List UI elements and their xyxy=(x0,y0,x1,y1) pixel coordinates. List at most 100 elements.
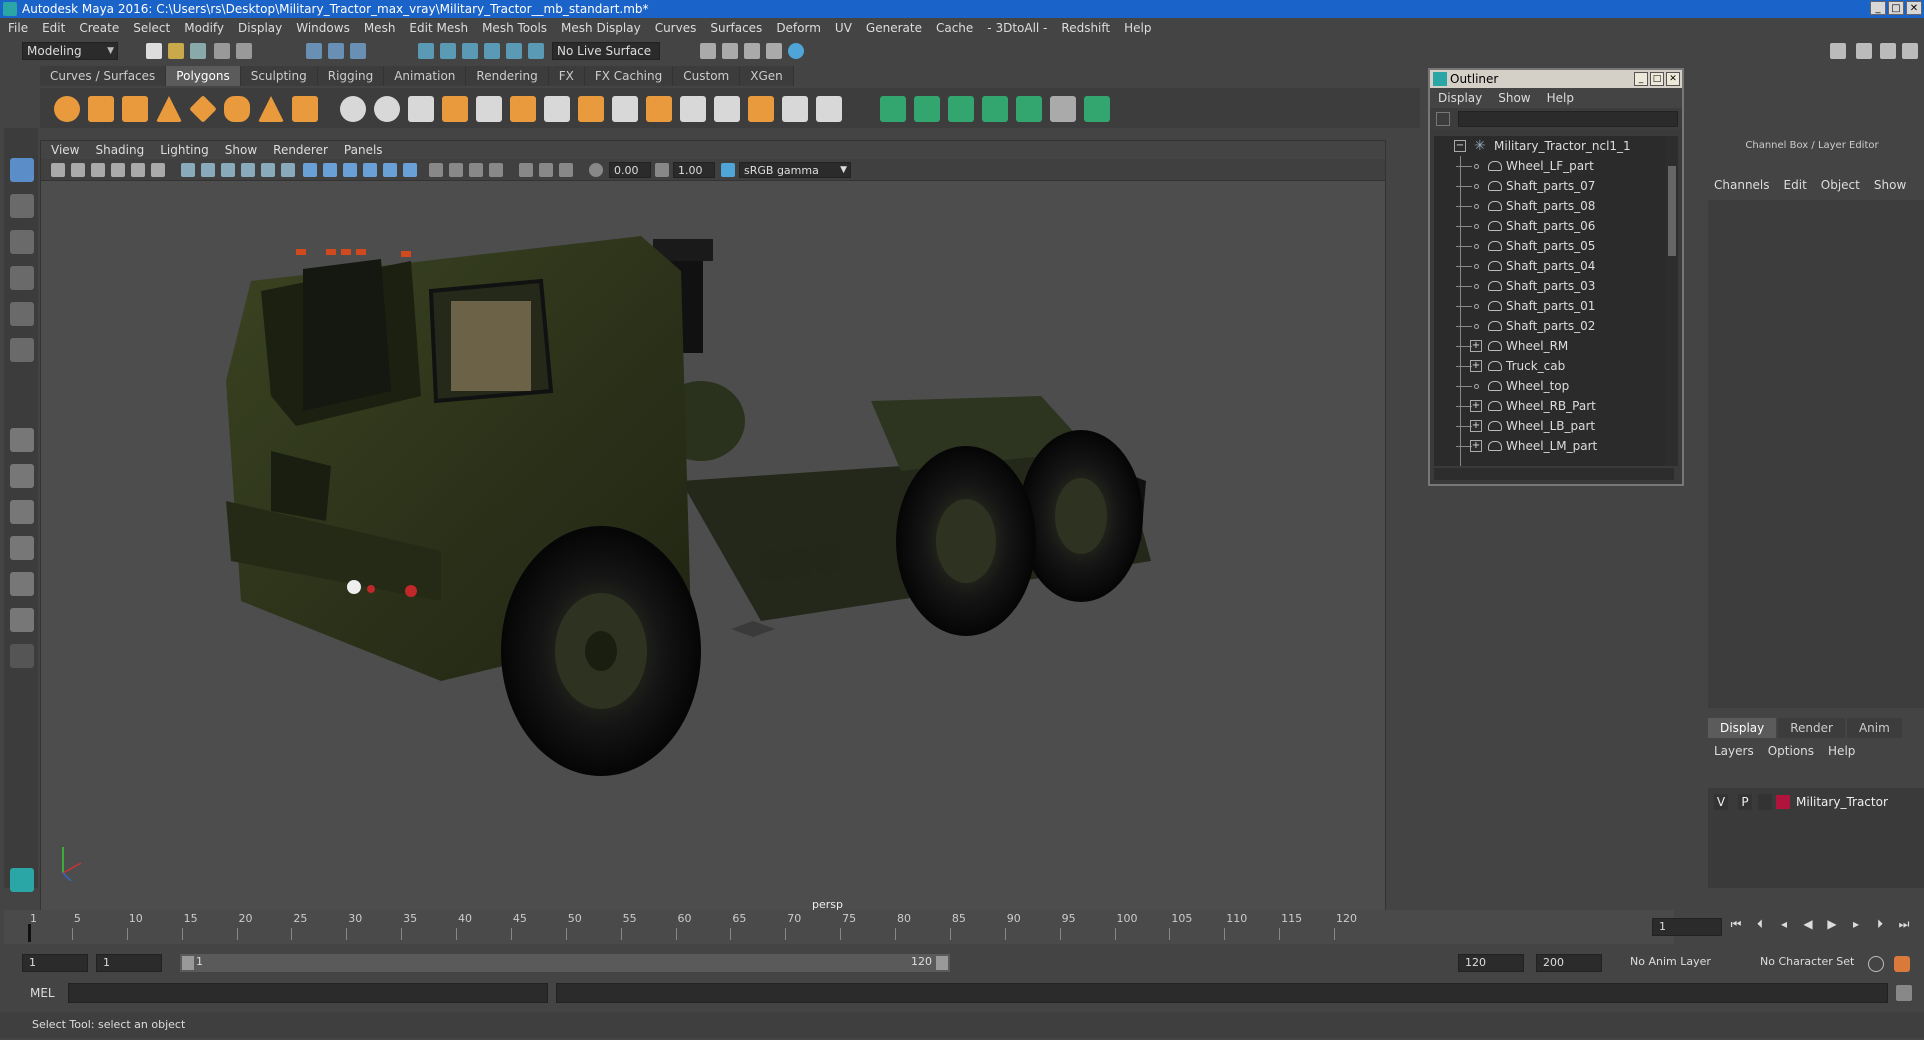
layer-row[interactable]: V P Military_Tractor xyxy=(1708,792,1924,812)
expand-icon[interactable]: + xyxy=(1470,360,1482,372)
play-backwards-icon[interactable]: ◀ xyxy=(1800,916,1816,932)
range-handle-left[interactable] xyxy=(182,956,194,970)
shadows-icon[interactable] xyxy=(403,163,417,177)
vp-menu-view[interactable]: View xyxy=(51,143,79,157)
render-view-icon[interactable] xyxy=(700,43,716,59)
wireframe-on-shaded-icon[interactable] xyxy=(343,163,357,177)
menu-edit[interactable]: Edit xyxy=(42,21,65,35)
outliner-close-button[interactable]: ✕ xyxy=(1666,72,1680,86)
resolution-gate-icon[interactable] xyxy=(221,163,235,177)
menu-deform[interactable]: Deform xyxy=(776,21,821,35)
step-back-frame-icon[interactable]: ⏴ xyxy=(1752,916,1768,932)
outliner-item[interactable]: Shaft_parts_04 xyxy=(1434,256,1670,276)
preferences-icon[interactable] xyxy=(1894,956,1910,972)
scale-tool-icon[interactable] xyxy=(10,338,34,362)
menu-cache[interactable]: Cache xyxy=(936,21,973,35)
le-menu-layers[interactable]: Layers xyxy=(1714,744,1754,758)
menu-mesh[interactable]: Mesh xyxy=(364,21,396,35)
shelf-tab-custom[interactable]: Custom xyxy=(673,66,741,86)
persp-uv-layout-icon[interactable] xyxy=(10,572,34,596)
minimize-button[interactable]: _ xyxy=(1870,1,1886,15)
playback-start-field[interactable]: 1 xyxy=(96,954,162,972)
outliner-menu-display[interactable]: Display xyxy=(1438,91,1482,105)
paint-select-tool-icon[interactable] xyxy=(10,230,34,254)
poly-pipe-icon[interactable] xyxy=(292,96,318,122)
command-input[interactable] xyxy=(68,983,548,1003)
vp-menu-lighting[interactable]: Lighting xyxy=(160,143,209,157)
tool-settings-icon[interactable] xyxy=(1880,43,1896,59)
character-set-dropdown[interactable]: No Character Set xyxy=(1754,954,1872,972)
render-settings-icon[interactable] xyxy=(766,43,782,59)
bookmark-icon[interactable] xyxy=(91,163,105,177)
vp-menu-show[interactable]: Show xyxy=(225,143,257,157)
rotate-tool-icon[interactable] xyxy=(10,302,34,326)
select-tool-icon[interactable] xyxy=(10,158,34,182)
range-handle-right[interactable] xyxy=(936,956,948,970)
outliner-item[interactable]: Shaft_parts_01 xyxy=(1434,296,1670,316)
uv-unfold-icon[interactable] xyxy=(1016,96,1042,122)
auto-key-icon[interactable] xyxy=(1868,956,1884,972)
outliner-item[interactable]: + Wheel_RM xyxy=(1434,336,1670,356)
outliner-window[interactable]: Outliner _ □ ✕ Display Show Help − ✳ Mil… xyxy=(1428,68,1684,486)
outliner-scroll-thumb[interactable] xyxy=(1668,166,1676,256)
target-weld-icon[interactable] xyxy=(748,96,774,122)
xray-joints-icon[interactable] xyxy=(559,163,573,177)
time-slider[interactable]: 1 5 10 15 20 25 30 35 40 45 50 55 60 65 70 75 80 85 90 95 10… xyxy=(4,910,1674,944)
film-gate-icon[interactable] xyxy=(201,163,215,177)
undo-icon[interactable] xyxy=(214,43,230,59)
wireframe-icon[interactable] xyxy=(303,163,317,177)
outliner-root-item[interactable]: − ✳ Military_Tractor_ncl1_1 xyxy=(1434,136,1670,156)
outliner-item[interactable]: Shaft_parts_07 xyxy=(1434,176,1670,196)
layer-color-swatch[interactable] xyxy=(1776,795,1790,809)
poly-sphere-icon[interactable] xyxy=(54,96,80,122)
more-layouts-icon[interactable] xyxy=(10,644,34,668)
shelf-tab-fx[interactable]: FX xyxy=(548,66,585,86)
append-icon[interactable] xyxy=(544,96,570,122)
snap-view-plane-icon[interactable] xyxy=(484,43,500,59)
insert-edge-loop-icon[interactable] xyxy=(680,96,706,122)
outliner-item[interactable]: Shaft_parts_02 xyxy=(1434,316,1670,336)
outliner-layout-icon[interactable] xyxy=(10,608,34,632)
textured-icon[interactable] xyxy=(363,163,377,177)
outliner-minimize-button[interactable]: _ xyxy=(1634,72,1648,86)
field-chart-icon[interactable] xyxy=(261,163,275,177)
anim-layer-dropdown[interactable]: No Anim Layer xyxy=(1624,954,1734,972)
smooth-icon[interactable] xyxy=(442,96,468,122)
menu-windows[interactable]: Windows xyxy=(296,21,350,35)
select-hierarchy-icon[interactable] xyxy=(306,43,322,59)
expand-icon[interactable]: + xyxy=(1470,440,1482,452)
step-back-key-icon[interactable]: ◂ xyxy=(1776,916,1792,932)
layer-display-type-toggle[interactable] xyxy=(1758,794,1772,810)
shelf-tab-fx-caching[interactable]: FX Caching xyxy=(584,66,674,86)
move-tool-icon[interactable] xyxy=(10,266,34,290)
menu-redshift[interactable]: Redshift xyxy=(1061,21,1110,35)
tab-render[interactable]: Render xyxy=(1778,718,1845,738)
menu-surfaces[interactable]: Surfaces xyxy=(710,21,762,35)
cb-menu-channels[interactable]: Channels xyxy=(1714,178,1770,192)
shelf-tab-sculpting[interactable]: Sculpting xyxy=(240,66,318,86)
live-surface-field[interactable]: No Live Surface xyxy=(552,42,660,60)
smooth-shade-icon[interactable] xyxy=(323,163,337,177)
playback-end-field[interactable]: 120 xyxy=(1458,954,1524,972)
attribute-editor-icon[interactable] xyxy=(1856,43,1872,59)
menu-display[interactable]: Display xyxy=(238,21,282,35)
multi-cut-icon[interactable] xyxy=(714,96,740,122)
menu-set-dropdown[interactable]: Modeling ▼ xyxy=(22,42,118,60)
select-component-icon[interactable] xyxy=(350,43,366,59)
poly-prism-icon[interactable] xyxy=(258,96,284,122)
automatic-mapping-icon[interactable] xyxy=(982,96,1008,122)
animation-end-field[interactable]: 200 xyxy=(1536,954,1602,972)
layer-playback-toggle[interactable]: P xyxy=(1738,794,1752,810)
merge-icon[interactable] xyxy=(782,96,808,122)
menu-modify[interactable]: Modify xyxy=(184,21,224,35)
2d-pan-zoom-icon[interactable] xyxy=(131,163,145,177)
bridge-icon[interactable] xyxy=(612,96,638,122)
script-editor-icon[interactable] xyxy=(1896,985,1912,1001)
isolate-select-icon[interactable] xyxy=(519,163,533,177)
gate-mask-icon[interactable] xyxy=(241,163,255,177)
separate-icon[interactable] xyxy=(374,96,400,122)
command-language-label[interactable]: MEL xyxy=(30,986,55,1000)
menu-generate[interactable]: Generate xyxy=(866,21,922,35)
extrude-icon[interactable] xyxy=(578,96,604,122)
outliner-item[interactable]: Shaft_parts_08 xyxy=(1434,196,1670,216)
